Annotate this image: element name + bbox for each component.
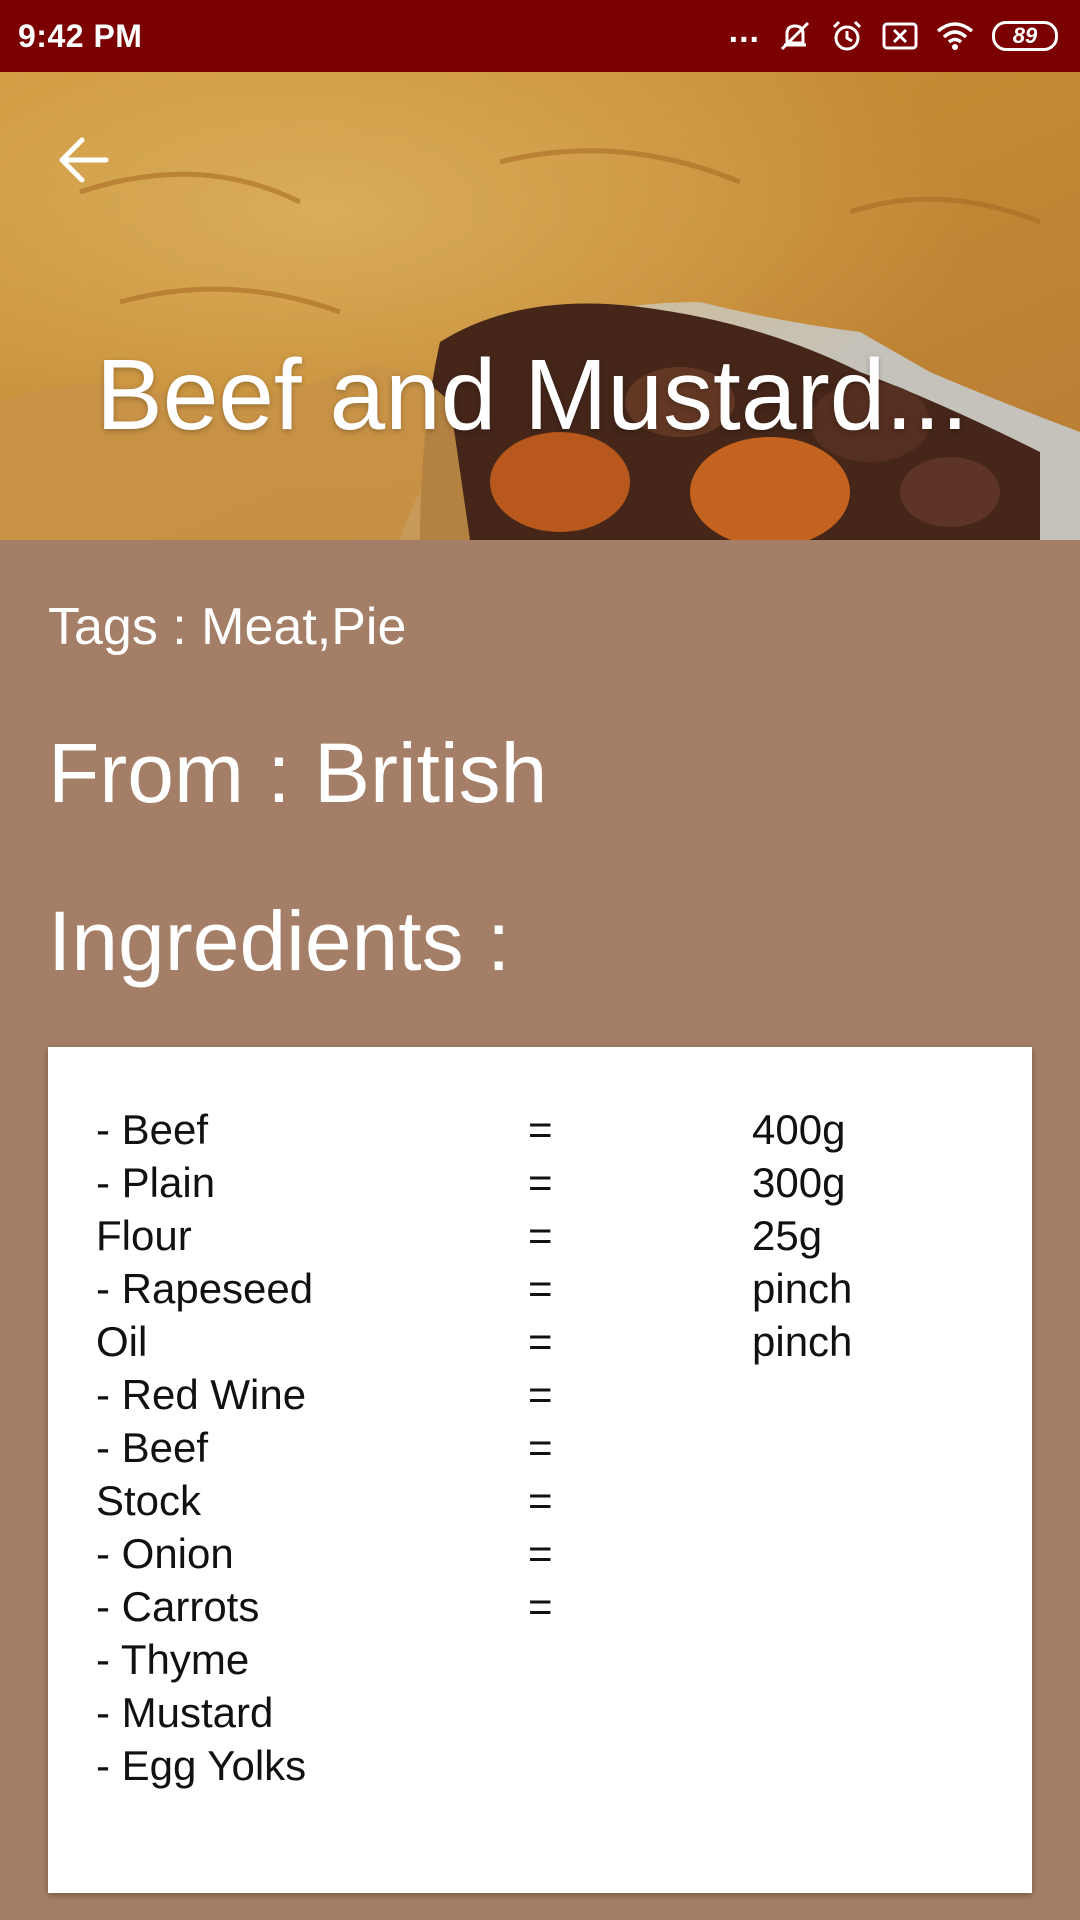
ingredient-name: - Rapeseed — [96, 1265, 314, 1312]
ingredient-name: - Mustard — [96, 1689, 274, 1736]
equals-sign: = — [528, 1530, 553, 1577]
arrow-back-icon — [59, 137, 109, 183]
status-time: 9:42 PM — [18, 17, 143, 54]
sim-error-icon — [882, 21, 918, 51]
ingredient-name: - Carrots — [96, 1583, 260, 1630]
hero-header: Beef and Mustard... — [0, 72, 1080, 540]
mute-icon — [778, 19, 812, 53]
equals-sign: = — [528, 1159, 553, 1206]
ingredient-measure: pinch — [752, 1318, 853, 1365]
status-icons: ... 89 — [729, 14, 1058, 53]
more-notifications-icon: ... — [728, 12, 760, 50]
status-bar: 9:42 PM ... 89 — [0, 0, 1080, 72]
ingredient-measure: 300g — [752, 1159, 846, 1206]
equals-sign: = — [528, 1318, 553, 1365]
ingredient-measure: pinch — [752, 1265, 853, 1312]
meal-title: Beef and Mustard... — [96, 340, 969, 450]
measures-column: 400g 300g 25g pinch pinch — [752, 1103, 852, 1368]
equals-sign: = — [528, 1424, 553, 1471]
alarm-icon — [830, 19, 864, 53]
ingredient-name: Stock — [96, 1477, 202, 1524]
ingredient-name: Flour — [96, 1212, 192, 1259]
back-button[interactable] — [52, 128, 116, 192]
ingredients-heading: Ingredients : — [48, 894, 511, 988]
equals-sign: = — [528, 1583, 553, 1630]
ingredient-name: - Egg Yolks — [96, 1742, 307, 1789]
ingredient-name: - Thyme — [96, 1636, 250, 1683]
ingredient-name: - Beef — [96, 1424, 209, 1471]
ingredient-name: - Beef — [96, 1106, 209, 1153]
meal-tags: Tags : Meat,Pie — [48, 598, 407, 656]
ingredient-name: Oil — [96, 1318, 148, 1365]
ingredient-measure: 400g — [752, 1106, 846, 1153]
ingredient-name: - Red Wine — [96, 1371, 307, 1418]
equals-sign: = — [528, 1477, 553, 1524]
meal-photo — [0, 72, 1080, 540]
equals-column: = = = = = = = = = = — [528, 1103, 553, 1633]
equals-sign: = — [528, 1265, 553, 1312]
wifi-icon — [936, 21, 974, 51]
equals-sign: = — [528, 1212, 553, 1259]
ingredient-names-column: - Beef - Plain Flour - Rapeseed Oil - Re… — [96, 1103, 313, 1792]
equals-sign: = — [528, 1371, 553, 1418]
ingredient-name: - Plain — [96, 1159, 216, 1206]
equals-sign: = — [528, 1106, 553, 1153]
ingredient-name: - Onion — [96, 1530, 234, 1577]
ingredients-card: - Beef - Plain Flour - Rapeseed Oil - Re… — [48, 1047, 1032, 1893]
meal-origin: From : British — [48, 726, 548, 820]
ingredient-measure: 25g — [752, 1212, 823, 1259]
battery-indicator: 89 — [992, 21, 1058, 51]
